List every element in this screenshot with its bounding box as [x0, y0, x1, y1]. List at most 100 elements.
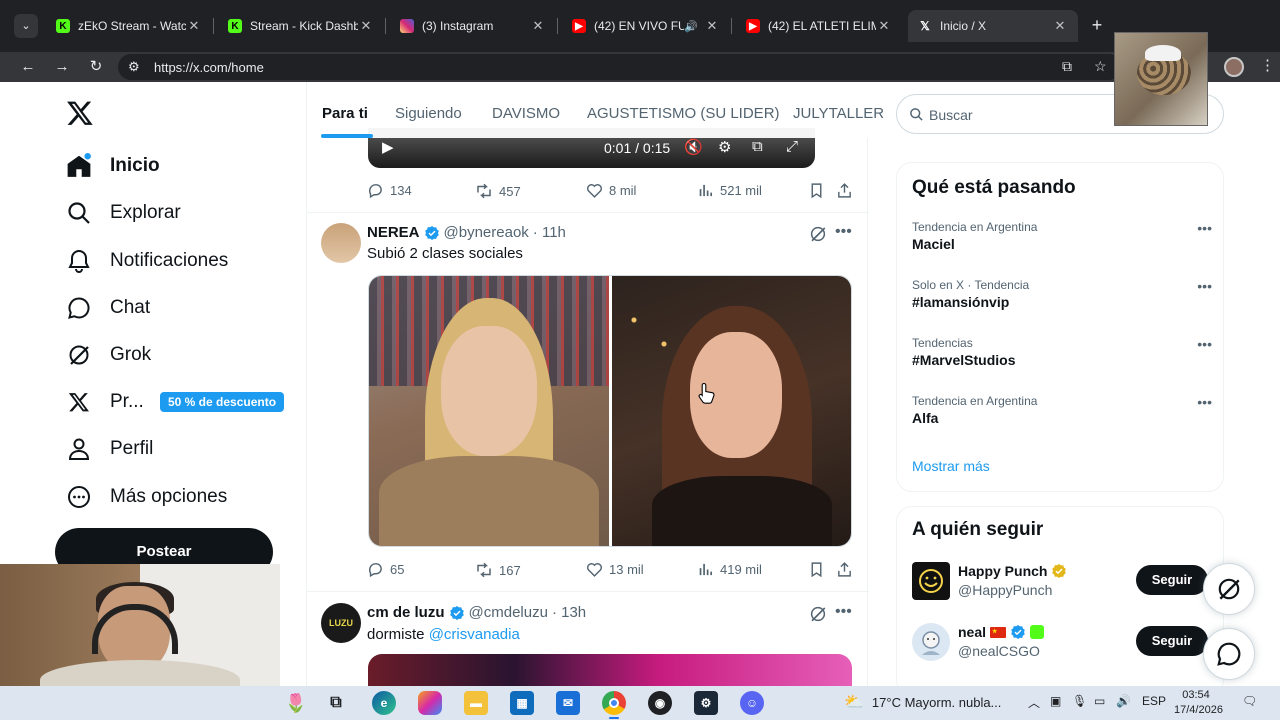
forward-icon[interactable]: → [52, 57, 72, 77]
more-icon[interactable]: ••• [1197, 336, 1212, 352]
browser-tab-x-home[interactable]: 𝕏 Inicio / X ✕ [908, 10, 1078, 42]
fullscreen-icon[interactable]: ⤢ [786, 138, 798, 155]
trend-item[interactable]: Solo en X · Tendencia #lamansiónvip ••• [912, 278, 1212, 318]
tweet-mention-link[interactable]: @crisvanadia [429, 626, 520, 643]
tweet-author-handle[interactable]: @cmdeluzu [469, 604, 548, 621]
avatar[interactable] [912, 623, 950, 661]
language-indicator[interactable]: ESP [1142, 694, 1166, 708]
file-explorer-icon[interactable]: ▬ [464, 691, 488, 715]
messages-fab-button[interactable] [1203, 628, 1255, 680]
more-icon[interactable]: ••• [835, 603, 852, 621]
follow-suggestion[interactable]: Happy Punch @HappyPunch Seguir [912, 559, 1212, 603]
mute-icon[interactable]: 🔇 [684, 138, 703, 156]
follow-name[interactable]: neal [958, 624, 986, 640]
reply-button[interactable]: 65 [367, 561, 404, 578]
close-icon[interactable]: ✕ [704, 18, 720, 34]
more-icon[interactable]: ••• [1197, 394, 1212, 410]
close-icon[interactable]: ✕ [876, 18, 892, 34]
avatar[interactable] [912, 562, 950, 600]
premium-discount-badge[interactable]: 50 % de descuento [160, 392, 285, 412]
like-button[interactable]: 8 mil [586, 182, 636, 199]
reload-icon[interactable]: ↻ [86, 57, 106, 77]
mail-icon[interactable]: ✉ [556, 691, 580, 715]
new-tab-button[interactable]: + [1086, 14, 1108, 36]
clock[interactable]: 03:54 17/4/2026 [1174, 688, 1223, 718]
like-button[interactable]: 13 mil [586, 561, 644, 578]
close-icon[interactable]: ✕ [530, 18, 546, 34]
tweet-photo-left[interactable] [369, 276, 609, 546]
volume-icon[interactable]: 🔊 [1116, 694, 1131, 708]
address-bar[interactable]: ⚙ https://x.com/home ⧉ ☆ [118, 54, 1122, 80]
notifications-icon[interactable]: 🗨 [1242, 694, 1257, 708]
task-view-icon[interactable]: ⧉ [324, 691, 348, 715]
weather-widget[interactable]: ⛅ 17°C Mayorm. nubla... [844, 692, 1001, 712]
play-icon[interactable]: ▶ [382, 138, 394, 156]
browser-tab-instagram[interactable]: (3) Instagram ✕ [390, 10, 556, 42]
tweet-photo-right[interactable] [612, 276, 851, 546]
grok-icon[interactable] [809, 225, 827, 243]
sidebar-item-chat[interactable]: Chat [66, 288, 150, 328]
tweet-media[interactable] [368, 275, 852, 547]
reply-button[interactable]: 134 [367, 182, 412, 199]
tab-davismo[interactable]: DAVISMO [492, 105, 560, 122]
sidebar-item-premium[interactable]: Pr... [66, 382, 144, 422]
bookmark-icon[interactable] [808, 182, 831, 199]
follow-button[interactable]: Seguir [1136, 626, 1208, 656]
x-logo-icon[interactable] [66, 99, 94, 127]
bookmark-star-icon[interactable]: ☆ [1094, 58, 1107, 75]
network-icon[interactable]: ▭ [1094, 694, 1105, 708]
repost-button[interactable]: 167 [475, 561, 521, 579]
tweet-time[interactable]: · 13h [552, 604, 586, 621]
grok-icon[interactable] [809, 605, 827, 623]
browser-tab-zeko-stream[interactable]: K zEkO Stream - Watch ✕ [46, 10, 212, 42]
pip-icon[interactable]: ⧉ [752, 138, 763, 155]
close-icon[interactable]: ✕ [186, 18, 202, 34]
close-icon[interactable]: ✕ [358, 18, 374, 34]
tweet-time[interactable]: · 11h [533, 224, 566, 241]
tweet-author-handle[interactable]: @bynereaok [444, 224, 529, 241]
sidebar-item-mas-opciones[interactable]: Más opciones [66, 477, 227, 517]
share-icon[interactable] [836, 561, 859, 578]
tab-siguiendo[interactable]: Siguiendo [395, 105, 462, 122]
sidebar-item-grok[interactable]: Grok [66, 335, 151, 375]
tab-search-button[interactable]: ⌄ [14, 14, 38, 38]
sidebar-item-perfil[interactable]: Perfil [66, 429, 153, 469]
repost-button[interactable]: 457 [475, 182, 521, 200]
browser-tab-en-vivo[interactable]: ▶ (42) EN VIVO FUT 🔊 ✕ [562, 10, 730, 42]
install-app-icon[interactable]: ⧉ [1062, 58, 1072, 75]
follow-handle[interactable]: @HappyPunch [958, 582, 1052, 598]
tab-agustetismo[interactable]: AGUSTETISMO (SU LIDER) [587, 105, 780, 122]
tray-chevron-icon[interactable]: ︿ [1028, 694, 1040, 711]
browser-tab-atleti[interactable]: ▶ (42) EL ATLETI ELIMIN ✕ [736, 10, 902, 42]
speaker-icon[interactable]: 🔊 [684, 20, 698, 33]
discord-icon[interactable]: ☺ [740, 691, 764, 715]
profile-avatar[interactable] [1224, 57, 1244, 77]
browser-tab-kick-dashboard[interactable]: K Stream - Kick Dashbo ✕ [218, 10, 384, 42]
close-icon[interactable]: ✕ [1052, 18, 1068, 34]
tweet-author-name[interactable]: cm de luzu [367, 604, 445, 621]
store-icon[interactable]: ▦ [510, 691, 534, 715]
tab-para-ti[interactable]: Para ti [322, 105, 368, 122]
follow-suggestion[interactable]: neal ★ @nealCSGO Seguir [912, 620, 1212, 664]
follow-button[interactable]: Seguir [1136, 565, 1208, 595]
tray-app-icon[interactable]: ▣ [1050, 694, 1061, 708]
trend-item[interactable]: Tendencia en Argentina Maciel ••• [912, 220, 1212, 260]
trend-item[interactable]: Tendencia en Argentina Alfa ••• [912, 394, 1212, 434]
copilot-icon[interactable] [418, 691, 442, 715]
sidebar-item-inicio[interactable]: Inicio [66, 146, 160, 186]
site-info-icon[interactable]: ⚙ [128, 59, 140, 75]
back-icon[interactable]: ← [18, 57, 38, 77]
url-text[interactable]: https://x.com/home [154, 60, 264, 75]
edge-icon[interactable]: e [372, 691, 396, 715]
sidebar-item-explorar[interactable]: Explorar [66, 193, 181, 233]
tulip-icon[interactable]: 🌷 [284, 691, 308, 715]
chrome-icon[interactable] [602, 691, 626, 715]
more-icon[interactable]: ••• [1197, 278, 1212, 294]
more-icon[interactable]: ••• [1197, 220, 1212, 236]
views-button[interactable]: 521 mil [697, 182, 762, 199]
tweet-media[interactable] [368, 654, 852, 686]
avatar[interactable] [321, 223, 361, 263]
browser-menu-icon[interactable]: ⋮ [1260, 56, 1275, 74]
sidebar-item-notificaciones[interactable]: Notificaciones [66, 241, 228, 281]
more-icon[interactable]: ••• [835, 223, 852, 241]
